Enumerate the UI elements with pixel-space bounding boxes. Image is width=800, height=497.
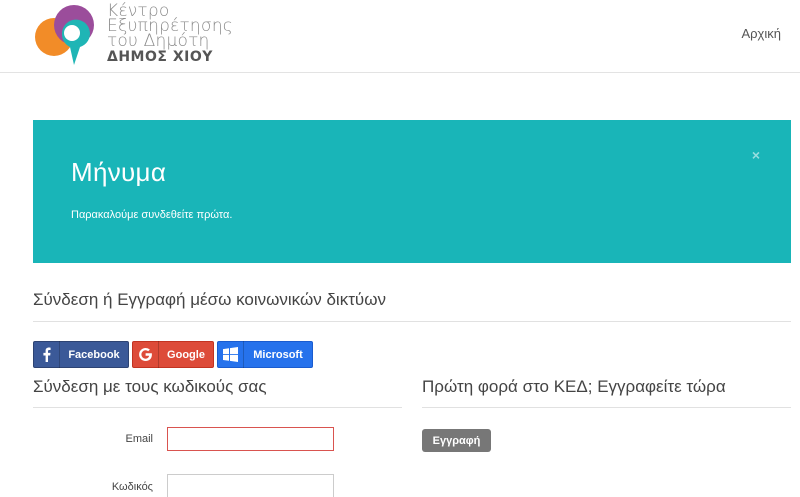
microsoft-label: Microsoft — [253, 348, 303, 361]
alert-message-box: Μήνυμα Παρακαλούμε συνδεθείτε πρώτα. × — [33, 120, 791, 263]
register-section-title: Πρώτη φορά στο ΚΕΔ; Εγγραφείτε τώρα — [422, 377, 726, 396]
logo-text: Κέντρο Εξυπηρέτησης του Δημότη ΔΗΜΟΣ ΧΙΟ… — [107, 3, 233, 66]
login-section-title: Σύνδεση με τους κωδικούς σας — [33, 377, 267, 396]
logo-line-4: ΔΗΜΟΣ ΧΙΟΥ — [107, 49, 213, 65]
password-label: Κωδικός — [111, 481, 153, 493]
logo-icon[interactable] — [34, 3, 104, 67]
alert-title: Μήνυμα — [71, 157, 167, 187]
facebook-login-button[interactable]: Facebook — [33, 341, 129, 368]
password-field[interactable] — [167, 474, 334, 497]
email-label: Email — [125, 433, 153, 445]
close-icon[interactable]: × — [752, 147, 760, 163]
nav-home-link[interactable]: Αρχική — [741, 26, 781, 41]
windows-icon — [218, 341, 244, 368]
google-login-button[interactable]: Google — [132, 341, 214, 368]
register-button[interactable]: Εγγραφή — [422, 429, 491, 452]
email-field[interactable] — [167, 427, 334, 451]
microsoft-login-button[interactable]: Microsoft — [217, 341, 313, 368]
alert-text: Παρακαλούμε συνδεθείτε πρώτα. — [71, 209, 233, 221]
site-header: Κέντρο Εξυπηρέτησης του Δημότη ΔΗΜΟΣ ΧΙΟ… — [0, 0, 800, 73]
divider — [33, 407, 402, 408]
facebook-label: Facebook — [68, 348, 120, 361]
divider — [33, 321, 791, 322]
logo-line-3: του Δημότη — [107, 31, 210, 51]
google-icon — [133, 341, 159, 368]
divider — [422, 407, 791, 408]
facebook-icon — [34, 341, 60, 368]
social-section-title: Σύνδεση ή Εγγραφή μέσω κοινωνικών δικτύω… — [33, 290, 386, 309]
google-label: Google — [167, 348, 205, 361]
